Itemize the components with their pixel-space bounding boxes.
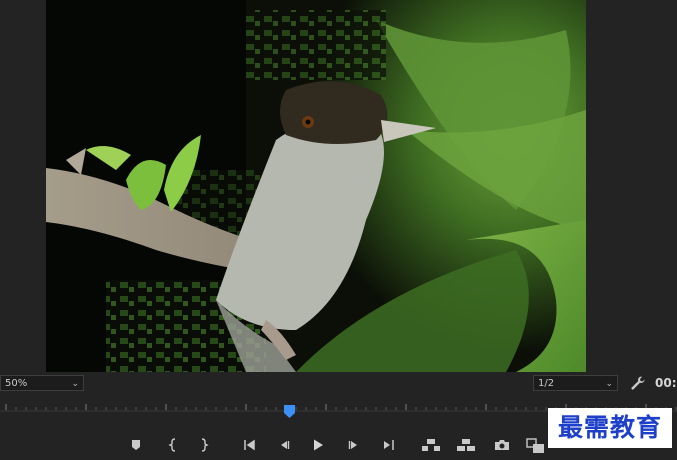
play-button[interactable]: [309, 438, 327, 454]
go-to-out-button[interactable]: [379, 438, 397, 454]
lift-icon: [422, 439, 440, 451]
program-viewer: [0, 0, 677, 372]
extract-button[interactable]: [456, 438, 476, 454]
zoom-level-select[interactable]: 50% ⌄: [0, 375, 84, 391]
mark-in-button[interactable]: [164, 438, 182, 454]
comparison-view-button[interactable]: [526, 438, 546, 454]
playback-resolution-select[interactable]: 1/2 ⌄: [533, 375, 618, 391]
zoom-level-value: 50%: [5, 378, 28, 389]
mark-out-icon: [201, 438, 209, 452]
add-marker-button[interactable]: [127, 438, 145, 454]
go-to-out-icon: [384, 440, 394, 450]
extract-icon: [457, 439, 475, 451]
play-icon: [314, 439, 323, 451]
go-to-in-button[interactable]: [241, 438, 259, 454]
program-monitor: 50% ⌄ 1/2 ⌄ 00: 最需教育: [0, 0, 677, 460]
lift-button[interactable]: [421, 438, 441, 454]
mark-out-button[interactable]: [195, 438, 213, 454]
mark-in-icon: [168, 438, 176, 452]
chevron-down-icon: ⌄: [71, 379, 79, 389]
playback-resolution-value: 1/2: [538, 378, 555, 389]
step-back-icon: [281, 441, 290, 449]
settings-wrench-icon[interactable]: [630, 375, 646, 391]
step-forward-icon: [348, 441, 357, 449]
video-frame-image: [46, 0, 586, 372]
export-frame-button[interactable]: [493, 438, 511, 454]
chevron-down-icon: ⌄: [605, 379, 613, 389]
comparison-view-icon: [526, 438, 544, 453]
watermark-logo: 最需教育: [548, 408, 672, 448]
video-frame[interactable]: [46, 0, 586, 372]
viewer-controls-row: 50% ⌄ 1/2 ⌄ 00:: [0, 372, 677, 394]
go-to-in-icon: [244, 439, 255, 451]
step-back-button[interactable]: [275, 438, 293, 454]
camera-icon: [495, 440, 509, 450]
marker-icon: [132, 440, 140, 450]
step-forward-button[interactable]: [345, 438, 363, 454]
playhead-timecode[interactable]: 00:: [655, 375, 677, 391]
playhead-marker[interactable]: [284, 403, 295, 418]
